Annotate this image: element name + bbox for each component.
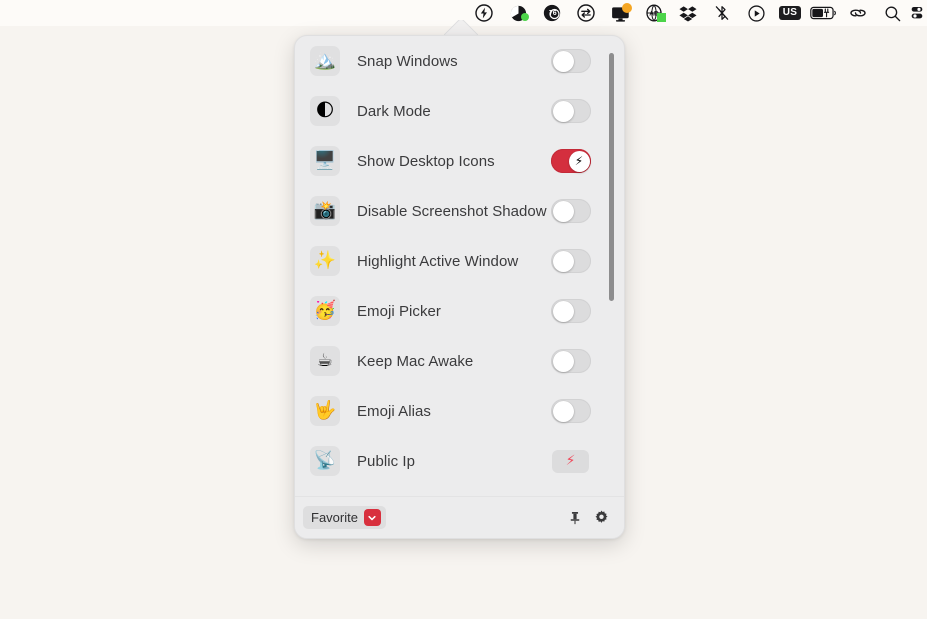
menubar-item-link[interactable] — [841, 0, 875, 26]
toggle-knob — [552, 400, 574, 422]
scrollbar-thumb[interactable] — [609, 53, 614, 301]
dropbox-icon — [679, 6, 697, 22]
toggle-knob — [552, 350, 574, 372]
favorite-dropdown[interactable]: Favorite — [303, 506, 386, 529]
link-chain-icon — [850, 9, 866, 17]
list-item-control[interactable] — [551, 349, 591, 373]
list-item-control[interactable] — [551, 49, 591, 73]
list-item-label: Show Desktop Icons — [357, 152, 495, 170]
toggle-knob — [552, 300, 574, 322]
list-item-control[interactable] — [551, 99, 591, 123]
menubar-item-bluetooth[interactable] — [705, 0, 739, 26]
menubar-item-transfer[interactable] — [569, 0, 603, 26]
list-item-control[interactable]: ⚡ — [552, 449, 589, 473]
toggle-dark-mode[interactable] — [551, 99, 591, 123]
menubar-item-now-playing[interactable] — [739, 0, 773, 26]
list-item-label: Emoji Alias — [357, 402, 431, 420]
list-item-control[interactable] — [551, 249, 591, 273]
list-item-label: Disable Screenshot Shadow — [357, 202, 547, 220]
list-item[interactable]: 🌓 Dark Mode — [295, 86, 624, 136]
toggle-knob — [552, 200, 574, 222]
bluetooth-slash-icon — [715, 6, 729, 20]
list-item-control[interactable] — [551, 199, 591, 223]
settings-button[interactable] — [588, 505, 614, 531]
chevron-down-glyph — [368, 515, 377, 520]
toggle-knob — [552, 100, 574, 122]
list-item-label: Public Ip — [357, 452, 415, 470]
menubar-item-input-source[interactable]: US — [773, 0, 807, 26]
list-item-label: Emoji Picker — [357, 302, 441, 320]
list-item[interactable]: 📡 Public Ip ⚡ — [295, 436, 624, 486]
list-item[interactable]: 🏔️ Snap Windows — [295, 36, 624, 86]
sparkles-emoji: ✨ — [310, 246, 340, 276]
play-circle-icon — [747, 4, 765, 22]
list-item[interactable]: 📸 Disable Screenshot Shadow — [295, 186, 624, 236]
favorite-label: Favorite — [311, 510, 358, 525]
popover-footer: Favorite — [295, 496, 624, 538]
gear-icon — [594, 510, 608, 523]
list-item[interactable]: ✨ Highlight Active Window — [295, 236, 624, 286]
list-item-control[interactable] — [551, 399, 591, 423]
list-item[interactable]: 🤟 Emoji Alias — [295, 386, 624, 436]
list-item-label: Highlight Active Window — [357, 252, 519, 270]
toggle-knob — [552, 250, 574, 272]
toggle-knob-bolt-icon: ⚡ — [568, 150, 590, 172]
list-item-label: Keep Mac Awake — [357, 352, 474, 370]
toggle-keep-mac-awake[interactable] — [551, 349, 591, 373]
pin-button[interactable] — [562, 505, 588, 531]
menubar-item-dropbox[interactable] — [671, 0, 705, 26]
camera-flash-emoji: 📸 — [310, 196, 340, 226]
menubar-item-control-center[interactable] — [909, 0, 925, 26]
arrows-circle-icon — [577, 4, 595, 22]
hot-beverage-emoji: ☕ — [310, 346, 340, 376]
pin-icon — [570, 511, 580, 524]
list-item[interactable]: 🖥️ Show Desktop Icons ⚡ — [295, 136, 624, 186]
first-quarter-moon-emoji: 🌓 — [310, 96, 340, 126]
menubar-item-spotlight[interactable] — [875, 0, 909, 26]
menubar-item-battery-health[interactable] — [501, 0, 535, 26]
toggle-knob — [552, 50, 574, 72]
disk-space-value: 76 — [549, 9, 557, 17]
input-source-label: US — [778, 6, 802, 20]
menubar-item-disk-space[interactable]: 76 — [535, 0, 569, 26]
toggle-list: 🏔️ Snap Windows 🌓 Dark Mode 🖥️ Show Desk… — [295, 36, 624, 498]
toggle-show-desktop-icons[interactable]: ⚡ — [551, 149, 591, 173]
toggle-highlight-active-window[interactable] — [551, 249, 591, 273]
toggle-snap-windows[interactable] — [551, 49, 591, 73]
love-you-gesture-emoji: 🤟 — [310, 396, 340, 426]
list-item[interactable]: ☕ Keep Mac Awake — [295, 336, 624, 386]
toggle-emoji-picker[interactable] — [551, 299, 591, 323]
partying-face-emoji: 🥳 — [310, 296, 340, 326]
menubar-item-display[interactable] — [603, 0, 637, 26]
list-item-label: Snap Windows — [357, 52, 458, 70]
status-dot-green — [521, 13, 529, 21]
status-dot-orange — [622, 3, 632, 13]
chevron-down-icon[interactable] — [363, 509, 381, 526]
one-switch-popover: 🏔️ Snap Windows 🌓 Dark Mode 🖥️ Show Desk… — [294, 35, 625, 539]
public-ip-bolt-button[interactable]: ⚡ — [552, 449, 589, 473]
magnifier-icon — [884, 5, 900, 21]
satellite-antenna-emoji: 📡 — [310, 446, 340, 476]
menubar-item-ad-blocker[interactable]: AD — [637, 0, 671, 26]
snow-mountain-emoji: 🏔️ — [310, 46, 340, 76]
list-scrollbar[interactable] — [608, 50, 615, 496]
menubar-item-battery[interactable] — [807, 0, 841, 26]
control-center-icon — [911, 7, 923, 19]
list-item-control[interactable] — [551, 299, 591, 323]
list-item-control[interactable]: ⚡ — [551, 149, 591, 173]
toggle-disable-screenshot-shadow[interactable] — [551, 199, 591, 223]
desktop-computer-emoji: 🖥️ — [310, 146, 340, 176]
list-item-label: Dark Mode — [357, 102, 431, 120]
battery-charging-icon — [810, 6, 836, 20]
toggle-emoji-alias[interactable] — [551, 399, 591, 423]
status-square-green — [657, 13, 666, 22]
list-item[interactable]: 🥳 Emoji Picker — [295, 286, 624, 336]
